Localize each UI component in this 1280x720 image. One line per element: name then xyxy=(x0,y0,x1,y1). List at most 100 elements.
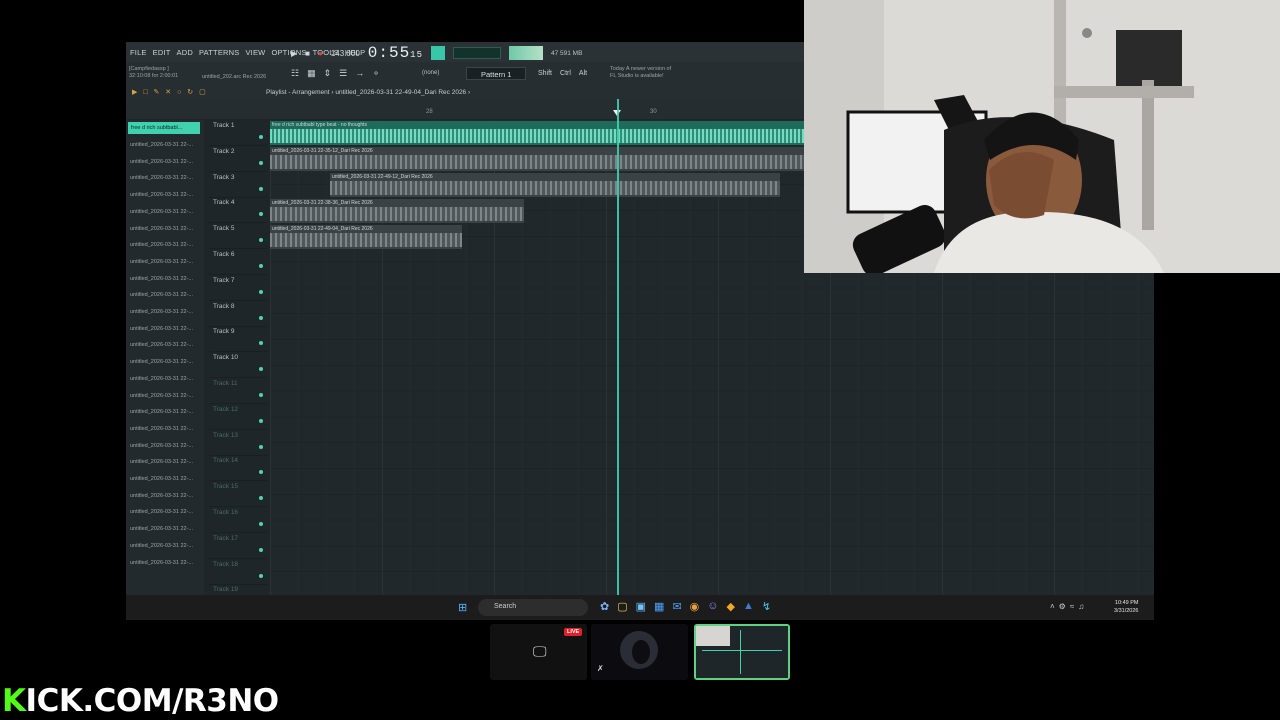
desktop-thumb[interactable] xyxy=(694,624,790,680)
track-header[interactable]: Track 6 xyxy=(209,249,267,275)
picker-item[interactable]: untitled_2026-03-31 22-... xyxy=(130,175,193,181)
store-icon[interactable]: ▣ xyxy=(636,600,646,613)
menu-patterns[interactable]: PATTERNS xyxy=(199,48,240,57)
track-mute-led[interactable] xyxy=(259,238,263,243)
update-notice[interactable]: Today A newer version of FL Studio is av… xyxy=(610,66,671,80)
track-header[interactable]: Track 12 xyxy=(209,404,267,430)
modkey-ctrl[interactable]: Ctrl xyxy=(560,70,571,77)
grid-icon[interactable]: ▦ xyxy=(307,68,316,79)
picker-item[interactable]: untitled_2026-03-31 22-... xyxy=(130,192,193,198)
picker-item[interactable]: untitled_2026-03-31 22-... xyxy=(130,393,193,399)
discord-icon[interactable]: ☺ xyxy=(707,600,718,613)
picker-item[interactable]: untitled_2026-03-31 22-... xyxy=(130,226,193,232)
mail-icon[interactable]: ✉ xyxy=(672,600,681,613)
track-header[interactable]: Track 1 xyxy=(209,120,267,146)
menu-file[interactable]: FILE xyxy=(130,48,147,57)
picker-item[interactable]: untitled_2026-03-31 22-... xyxy=(130,326,193,332)
picker-item[interactable]: untitled_2026-03-31 22-... xyxy=(130,493,193,499)
playlist-tool-icons[interactable]: ▶ □ ✎ ✕ ○ ↻ ▢ xyxy=(132,88,208,96)
track-header[interactable]: Track 14 xyxy=(209,455,267,482)
system-tray-icons[interactable]: ˄⚙≈♫ xyxy=(1050,602,1088,611)
pattern-song-toggle[interactable] xyxy=(430,46,445,60)
tempo-display[interactable]: 143.000 xyxy=(331,49,360,58)
track-mute-led[interactable] xyxy=(259,341,263,346)
picker-item[interactable]: untitled_2026-03-31 22-... xyxy=(130,459,193,465)
track-header[interactable]: Track 7 xyxy=(209,275,267,301)
audio-clip[interactable]: untitled_2026-03-31 22-38-36_Dari Rec 20… xyxy=(270,199,524,223)
track-mute-led[interactable] xyxy=(259,444,263,449)
picker-item[interactable]: untitled_2026-03-31 22-... xyxy=(130,426,193,432)
picker-item[interactable]: untitled_2026-03-31 22-... xyxy=(130,359,193,365)
track-mute-led[interactable] xyxy=(259,470,263,475)
picker-item[interactable]: untitled_2026-03-31 22-... xyxy=(130,292,193,298)
track-mute-led[interactable] xyxy=(259,186,263,191)
taskbar-search[interactable]: Search xyxy=(478,599,588,616)
picker-item[interactable]: untitled_2026-03-31 22-... xyxy=(130,509,193,515)
pattern-selector[interactable]: Pattern 1 xyxy=(466,67,526,80)
picker-item[interactable]: untitled_2026-03-31 22-... xyxy=(130,409,193,415)
screen-share-thumb[interactable]: LIVE 🖵 xyxy=(490,624,587,680)
mic-icon[interactable]: ⚬ xyxy=(372,68,380,79)
stop-icon[interactable]: ■ xyxy=(305,49,310,58)
track-mute-led[interactable] xyxy=(259,160,263,165)
track-mute-led[interactable] xyxy=(259,418,263,423)
picker-item[interactable]: untitled_2026-03-31 22-... xyxy=(130,560,193,566)
menu-add[interactable]: ADD xyxy=(177,48,193,57)
picker-item[interactable]: untitled_2026-03-31 22-... xyxy=(130,159,193,165)
track-header[interactable]: Track 17 xyxy=(209,533,267,559)
chrome-icon[interactable]: ◉ xyxy=(690,600,700,613)
track-header[interactable]: Track 3 xyxy=(209,172,267,198)
browser-icon[interactable]: → xyxy=(355,68,364,79)
none-selector[interactable]: (none) xyxy=(422,70,439,76)
track-header[interactable]: Track 9 xyxy=(209,326,267,353)
track-header[interactable]: Track 18 xyxy=(209,559,267,585)
track-header[interactable]: Track 8 xyxy=(209,301,267,327)
track-header[interactable]: Track 5 xyxy=(209,223,267,250)
modkey-shift[interactable]: Shift xyxy=(538,70,552,77)
file-explorer-icon[interactable]: ▢ xyxy=(617,600,627,613)
track-mute-led[interactable] xyxy=(259,264,263,268)
track-mute-led[interactable] xyxy=(259,212,263,217)
track-mute-led[interactable] xyxy=(259,289,263,294)
picker-item[interactable]: untitled_2026-03-31 22-... xyxy=(130,526,193,532)
track-header[interactable]: Track 4 xyxy=(209,197,267,224)
photos-icon[interactable]: ▦ xyxy=(654,600,664,613)
picker-item[interactable]: untitled_2026-03-31 22-... xyxy=(130,543,193,549)
picker-item[interactable]: untitled_2026-03-31 22-... xyxy=(130,342,193,348)
windows-start-icon[interactable]: ⊞ xyxy=(458,601,467,614)
copilot-icon[interactable]: ✿ xyxy=(600,600,609,613)
picker-item[interactable]: untitled_2026-03-31 22-... xyxy=(130,376,193,382)
audio-clip[interactable]: untitled_2026-03-31 22-49-04_Dari Rec 20… xyxy=(270,225,462,249)
track-mute-led[interactable] xyxy=(259,547,263,552)
track-header[interactable]: Track 13 xyxy=(209,430,267,456)
track-header[interactable]: Track 15 xyxy=(209,481,267,508)
picker-item[interactable]: untitled_2026-03-31 22-... xyxy=(130,276,193,282)
channel-rack-icon[interactable]: ☰ xyxy=(339,68,347,79)
mixer-icon[interactable]: ⇕ xyxy=(324,68,332,79)
picker-item[interactable]: untitled_2026-03-31 22-... xyxy=(130,476,193,482)
picker-item[interactable]: untitled_2026-03-31 22-... xyxy=(130,309,193,315)
picker-item[interactable]: untitled_2026-03-31 22-... xyxy=(130,443,193,449)
track-mute-led[interactable] xyxy=(259,367,263,372)
track-mute-led[interactable] xyxy=(259,315,263,320)
camera-thumb[interactable]: ✗ xyxy=(591,624,688,680)
menu-edit[interactable]: EDIT xyxy=(153,48,171,57)
track-mute-led[interactable] xyxy=(259,393,263,397)
dropbox-icon[interactable]: ▲ xyxy=(743,600,754,613)
picker-item[interactable]: untitled_2026-03-31 22-... xyxy=(130,142,193,148)
picker-item[interactable]: untitled_2026-03-31 22-... xyxy=(130,242,193,248)
track-header[interactable]: Track 16 xyxy=(209,507,267,533)
taskbar-clock[interactable]: 10:49 PM 3/31/2026 xyxy=(1114,599,1138,615)
picker-item[interactable]: untitled_2026-03-31 22-... xyxy=(130,209,193,215)
play-icon[interactable]: ▶ xyxy=(291,49,297,58)
track-header[interactable]: Track 11 xyxy=(209,378,267,404)
snap-icon[interactable]: ☷ xyxy=(291,68,299,79)
track-mute-led[interactable] xyxy=(259,573,263,578)
fl-studio-icon[interactable]: ◆ xyxy=(727,600,735,613)
modkey-alt[interactable]: Alt xyxy=(579,70,587,77)
audio-clip[interactable]: untitled_2026-03-31 22-49-12_Dari Rec 20… xyxy=(330,173,780,197)
track-mute-led[interactable] xyxy=(259,522,263,526)
track-mute-led[interactable] xyxy=(259,496,263,501)
menu-view[interactable]: VIEW xyxy=(245,48,265,57)
track-header[interactable]: Track 10 xyxy=(209,352,267,379)
